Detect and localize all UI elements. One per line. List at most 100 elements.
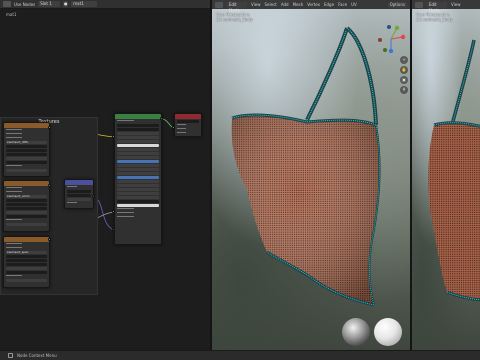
- extension-select[interactable]: [6, 153, 47, 156]
- node-title: [65, 180, 93, 185]
- node-title: [175, 114, 201, 119]
- alpha-select[interactable]: [6, 271, 47, 274]
- menu-edge[interactable]: Edge: [324, 2, 334, 7]
- menu-face[interactable]: Face: [338, 2, 347, 7]
- extension-select[interactable]: [6, 207, 47, 210]
- metallic-field[interactable]: [117, 148, 159, 151]
- bsdf-output-socket[interactable]: [160, 117, 163, 120]
- subsurface-method-select[interactable]: [117, 128, 159, 131]
- viewport-header: Edit Mode View Select Add Mesh Vertex Ed…: [212, 0, 410, 13]
- status-hint: Node Context Menu: [17, 353, 57, 358]
- specular-input-socket[interactable]: [112, 210, 115, 213]
- menu-add[interactable]: Add: [281, 2, 289, 7]
- menu-select[interactable]: Select: [265, 2, 277, 7]
- projection-select[interactable]: [6, 259, 47, 262]
- material-output-node[interactable]: [174, 113, 202, 137]
- menu-view[interactable]: View: [451, 2, 461, 7]
- surface-socket[interactable]: [172, 126, 175, 129]
- extension-select[interactable]: [6, 263, 47, 266]
- image-name-field[interactable]: swimsuit_norm: [6, 195, 47, 198]
- color-socket[interactable]: [48, 238, 51, 241]
- image-name-field[interactable]: swimsuit_spec: [6, 251, 47, 254]
- roughness-field[interactable]: [117, 160, 159, 163]
- menu-view[interactable]: View: [251, 2, 261, 7]
- navigation-gizmo[interactable]: [376, 24, 406, 54]
- transmission-field[interactable]: [117, 192, 159, 195]
- normal-socket[interactable]: [92, 195, 95, 198]
- specular-field[interactable]: [117, 152, 159, 155]
- ior-field[interactable]: [117, 188, 159, 191]
- color-socket[interactable]: [48, 184, 51, 187]
- hand-icon[interactable]: ✋: [400, 66, 408, 74]
- distribution-select[interactable]: [117, 124, 159, 127]
- clearcoat-field[interactable]: [117, 180, 159, 183]
- image-texture-node-diffuse[interactable]: swimsuit_diffu: [3, 122, 50, 177]
- nav-buttons: + ✋ ▣ #: [400, 56, 408, 96]
- projection-select[interactable]: [6, 149, 47, 152]
- vector-input[interactable]: [6, 223, 47, 226]
- object-name: (1) swimsuit_Body: [416, 17, 453, 22]
- viewport-header: Edit Mode View: [412, 0, 480, 13]
- viewport-secondary[interactable]: Edit Mode View User Perspective (1) swim…: [410, 0, 480, 350]
- node-title: [115, 114, 161, 119]
- viewport-main[interactable]: Edit Mode View Select Add Mesh Vertex Ed…: [210, 0, 410, 350]
- node-title: [4, 123, 49, 128]
- node-title: [4, 181, 49, 186]
- alpha-select[interactable]: [6, 161, 47, 164]
- viewport-info: User Perspective (1) swimsuit_Body: [216, 12, 253, 22]
- image-texture-node-specular[interactable]: swimsuit_spec: [3, 236, 50, 288]
- menu-vertex[interactable]: Vertex: [307, 2, 320, 7]
- mode-selector[interactable]: Edit Mode: [427, 1, 447, 13]
- emission-strength-field[interactable]: [117, 204, 159, 207]
- sheen-tint-field[interactable]: [117, 176, 159, 179]
- principled-bsdf-node[interactable]: [114, 113, 162, 245]
- anisotropic-rotation-field[interactable]: [117, 168, 159, 171]
- vector-input[interactable]: [6, 279, 47, 282]
- menu-mesh[interactable]: Mesh: [293, 2, 304, 7]
- node-title: [4, 237, 49, 242]
- image-name-field[interactable]: swimsuit_diffu: [6, 141, 47, 144]
- subsurface-radius-field[interactable]: [117, 140, 159, 143]
- color-space-select[interactable]: [6, 211, 47, 214]
- editor-type-button[interactable]: [215, 1, 223, 8]
- camera-icon[interactable]: ▣: [400, 76, 408, 84]
- transmission-roughness-field[interactable]: [117, 196, 159, 199]
- color-socket[interactable]: [48, 126, 51, 129]
- interpolation-select[interactable]: [6, 255, 47, 258]
- interpolation-select[interactable]: [6, 199, 47, 202]
- space-select[interactable]: [67, 190, 91, 193]
- subsurface-field[interactable]: [117, 136, 159, 139]
- status-bar: Node Context Menu: [0, 350, 480, 360]
- options-button[interactable]: Options: [387, 1, 407, 8]
- strength-field[interactable]: [67, 198, 91, 201]
- color-space-select[interactable]: [6, 267, 47, 270]
- base-color-field[interactable]: [117, 132, 159, 135]
- anisotropic-field[interactable]: [117, 164, 159, 167]
- normal-input-socket[interactable]: [112, 228, 115, 231]
- material-preview-ball: [342, 318, 370, 346]
- zoom-icon[interactable]: +: [400, 56, 408, 64]
- image-texture-node-normal[interactable]: swimsuit_norm: [3, 180, 50, 232]
- base-color-socket[interactable]: [112, 135, 115, 138]
- swimsuit-mesh-secondary[interactable]: [412, 0, 480, 350]
- normal-map-node[interactable]: [64, 179, 94, 209]
- interpolation-select[interactable]: [6, 145, 47, 148]
- target-select[interactable]: [177, 120, 199, 123]
- specular-tint-field[interactable]: [117, 156, 159, 159]
- mode-selector[interactable]: Edit Mode: [227, 1, 247, 13]
- sheen-field[interactable]: [117, 172, 159, 175]
- alpha-select[interactable]: [6, 215, 47, 218]
- projection-select[interactable]: [6, 203, 47, 206]
- editor-type-button[interactable]: [415, 1, 423, 8]
- menu-uv[interactable]: UV: [351, 2, 357, 7]
- clearcoat-roughness-field[interactable]: [117, 184, 159, 187]
- emission-field[interactable]: [117, 200, 159, 203]
- object-name: (1) swimsuit_Body: [216, 17, 253, 22]
- color-space-select[interactable]: [6, 157, 47, 160]
- grid-icon[interactable]: #: [400, 86, 408, 94]
- vector-input[interactable]: [6, 169, 47, 172]
- viewport-info: User Perspective (1) swimsuit_Body: [416, 12, 453, 22]
- uv-map-select[interactable]: [67, 194, 91, 197]
- node-editor: Use Nodes Slot 1 ● mat1 mat1 Textures sw…: [0, 0, 210, 350]
- subsurface-color-field[interactable]: [117, 144, 159, 147]
